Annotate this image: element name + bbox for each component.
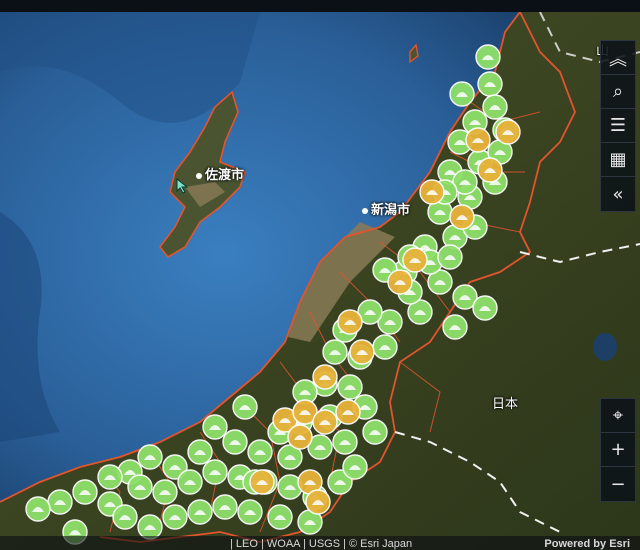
marker-green[interactable] <box>152 479 178 505</box>
marker-green[interactable] <box>187 439 213 465</box>
qr-code-icon: ▦ <box>609 149 627 170</box>
marker-orange[interactable] <box>335 399 361 425</box>
collapse-up-button[interactable]: ︽ <box>601 41 635 75</box>
marker-green[interactable] <box>187 499 213 525</box>
marker-green[interactable] <box>437 244 463 270</box>
marker-green[interactable] <box>372 334 398 360</box>
marker-orange[interactable] <box>387 269 413 295</box>
marker-orange[interactable] <box>477 157 503 183</box>
marker-green[interactable] <box>337 374 363 400</box>
marker-green[interactable] <box>202 414 228 440</box>
marker-green[interactable] <box>137 444 163 470</box>
collapse-left-button[interactable]: « <box>601 177 635 211</box>
marker-orange[interactable] <box>312 364 338 390</box>
marker-green[interactable] <box>472 295 498 321</box>
qr-code-button[interactable]: ▦ <box>601 143 635 177</box>
marker-orange[interactable] <box>495 119 521 145</box>
marker-orange[interactable] <box>249 469 275 495</box>
observation-markers <box>25 44 521 545</box>
marker-orange[interactable] <box>337 309 363 335</box>
marker-orange[interactable] <box>349 339 375 365</box>
attribution-sources: | LEO | WOAA | USGS | © Esri Japan <box>230 538 413 550</box>
layer-list-icon: ☰ <box>609 115 627 136</box>
locate-button[interactable]: ⌖ <box>601 399 635 433</box>
marker-green[interactable] <box>322 339 348 365</box>
marker-green[interactable] <box>212 494 238 520</box>
marker-green[interactable] <box>127 474 153 500</box>
collapse-up-icon: ︽ <box>609 48 627 70</box>
marker-green[interactable] <box>222 429 248 455</box>
attribution-bar: | LEO | WOAA | USGS | © Esri Japan Power… <box>0 536 640 550</box>
marker-green[interactable] <box>177 469 203 495</box>
marker-orange[interactable] <box>465 127 491 153</box>
city-dot <box>362 207 368 214</box>
marker-orange[interactable] <box>287 424 313 450</box>
region-label-japan: 日本 <box>492 397 519 412</box>
marker-orange[interactable] <box>449 204 475 230</box>
marker-orange[interactable] <box>402 247 428 273</box>
marker-green[interactable] <box>162 504 188 530</box>
layer-list-button[interactable]: ☰ <box>601 109 635 143</box>
marker-orange[interactable] <box>312 409 338 435</box>
city-dot <box>196 172 202 179</box>
esri-credit-link[interactable]: Powered by Esri <box>544 538 630 550</box>
map-toolbar-bottom: ⌖ + − <box>600 398 636 502</box>
marker-green[interactable] <box>47 489 73 515</box>
marker-green[interactable] <box>232 394 258 420</box>
locate-icon: ⌖ <box>612 405 624 426</box>
marker-green[interactable] <box>342 454 368 480</box>
zoom-in-icon: + <box>610 439 626 460</box>
marker-green[interactable] <box>112 504 138 530</box>
zoom-out-button[interactable]: − <box>601 467 635 501</box>
zoom-out-icon: − <box>610 473 626 495</box>
marker-green[interactable] <box>267 504 293 530</box>
marker-green[interactable] <box>237 499 263 525</box>
marker-orange[interactable] <box>305 489 331 515</box>
marker-orange[interactable] <box>419 179 445 205</box>
place-label-niigata: 新潟市 <box>362 199 410 218</box>
place-label-sado: 佐渡市 <box>196 164 244 183</box>
marker-green[interactable] <box>449 81 475 107</box>
marker-green[interactable] <box>72 479 98 505</box>
map-toolbar-top: ︽ ⌕ ☰ ▦ « <box>600 40 636 212</box>
zoom-in-button[interactable]: + <box>601 433 635 467</box>
marker-green[interactable] <box>97 464 123 490</box>
map-view[interactable]: 佐渡市 新潟市 日本 山 ︽⌕☰▦« ⌖+− | LEO | WOAA | US… <box>0 12 640 550</box>
marker-green[interactable] <box>247 439 273 465</box>
marker-green[interactable] <box>202 459 228 485</box>
marker-green[interactable] <box>477 71 503 97</box>
mouse-cursor-icon <box>176 178 189 194</box>
marker-green[interactable] <box>362 419 388 445</box>
search-button[interactable]: ⌕ <box>601 75 635 109</box>
marker-green[interactable] <box>442 314 468 340</box>
marker-green[interactable] <box>475 44 501 70</box>
marker-green[interactable] <box>25 496 51 522</box>
marker-green[interactable] <box>332 429 358 455</box>
search-icon: ⌕ <box>612 81 624 102</box>
marker-green[interactable] <box>482 94 508 120</box>
collapse-left-icon: « <box>612 183 624 205</box>
